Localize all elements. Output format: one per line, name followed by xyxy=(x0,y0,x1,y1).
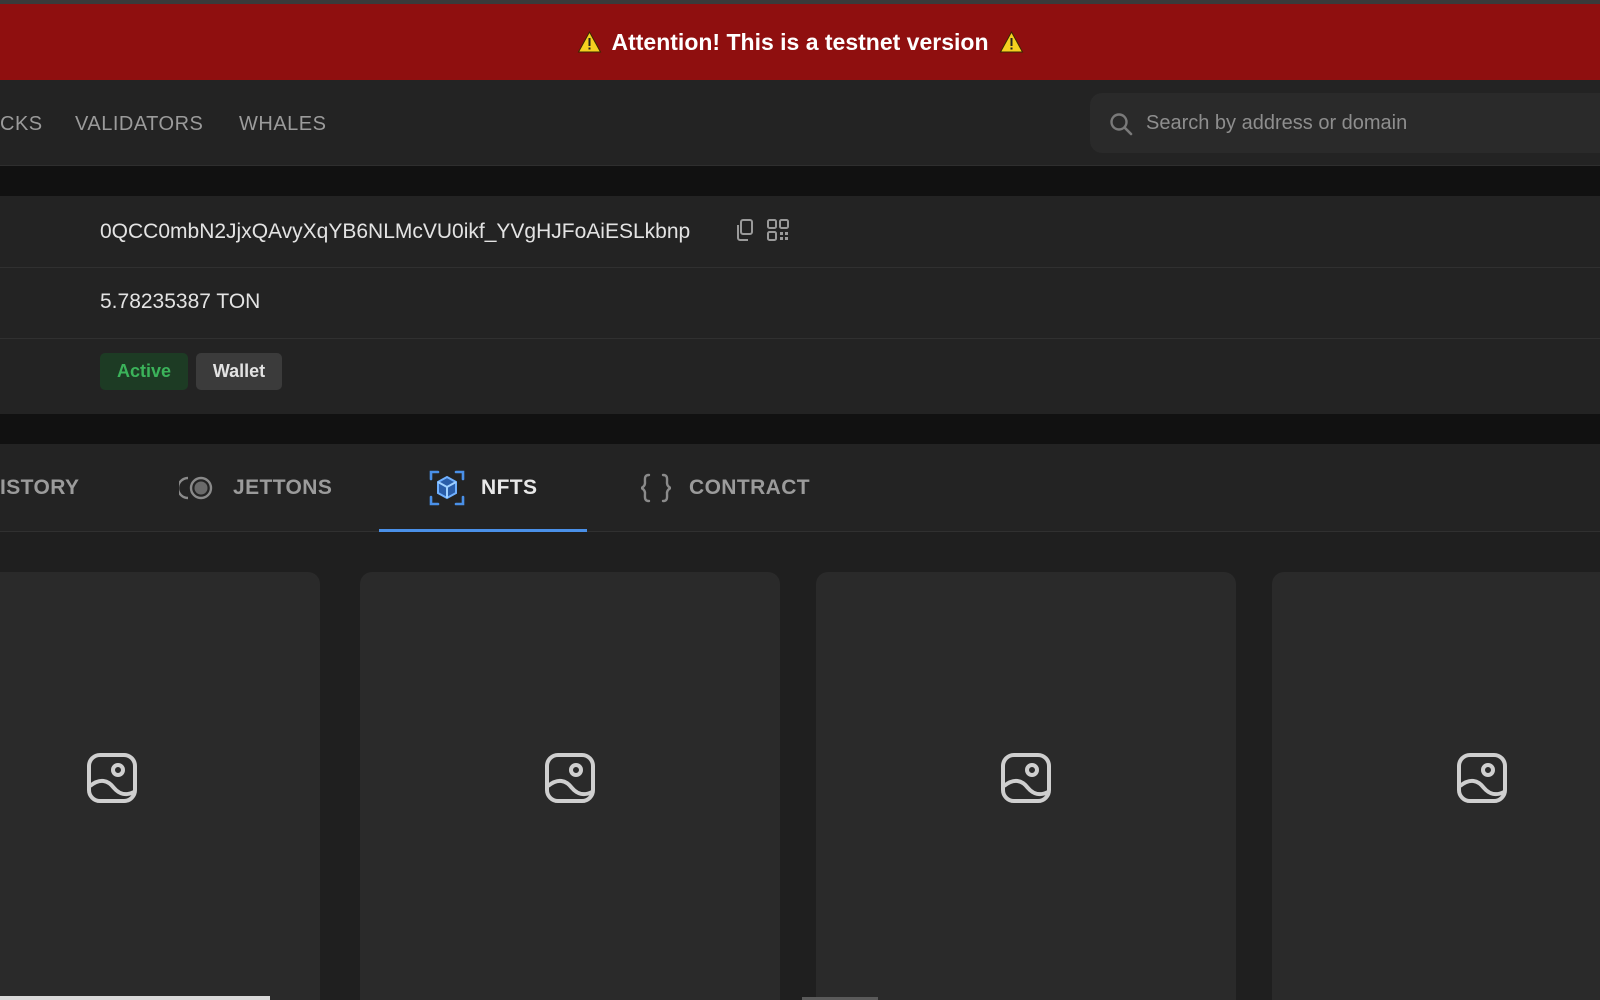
warning-icon xyxy=(999,31,1024,53)
top-navigation: CKS VALIDATORS WHALES xyxy=(0,80,1600,166)
tab-nfts[interactable]: NFTS xyxy=(429,444,537,532)
nft-card[interactable] xyxy=(360,572,780,1000)
copy-icon[interactable] xyxy=(734,218,756,242)
status-row: Active Wallet xyxy=(0,339,1600,414)
tab-label: NFTS xyxy=(481,476,538,499)
tab-label: CONTRACT xyxy=(689,476,811,499)
tab-contract[interactable]: CONTRACT xyxy=(639,444,810,532)
banner-message: Attention! This is a testnet version xyxy=(611,28,989,55)
nft-card[interactable] xyxy=(0,572,320,1000)
jettons-icon xyxy=(179,476,213,500)
image-placeholder-icon xyxy=(87,753,137,803)
nft-grid xyxy=(0,532,1600,1000)
tab-label: JETTONS xyxy=(233,476,333,499)
warning-icon xyxy=(577,31,602,53)
account-type-badge: Wallet xyxy=(196,353,282,390)
braces-icon xyxy=(640,473,672,503)
tab-label: ISTORY xyxy=(0,476,80,499)
address-row: 0QCC0mbN2JjxQAvyXqYB6NLMcVU0ikf_YVgHJFoA… xyxy=(0,196,1600,268)
tab-jettons[interactable]: JETTONS xyxy=(179,444,332,532)
image-placeholder-icon xyxy=(545,753,595,803)
image-placeholder-icon xyxy=(1001,753,1051,803)
qr-code-icon[interactable] xyxy=(766,218,790,242)
account-balance: 5.78235387 TON xyxy=(100,290,261,313)
section-divider xyxy=(0,166,1600,196)
account-info-panel: 0QCC0mbN2JjxQAvyXqYB6NLMcVU0ikf_YVgHJFoA… xyxy=(0,196,1600,414)
section-divider xyxy=(0,414,1600,444)
nav-link-whales[interactable]: WHALES xyxy=(239,113,326,136)
nav-link-blocks[interactable]: CKS xyxy=(0,113,43,136)
status-badge: Active xyxy=(100,353,188,390)
horizontal-scrollbar-thumb[interactable] xyxy=(0,996,270,1000)
account-tabs: ISTORY JETTONS NFTS CONTRACT xyxy=(0,444,1600,532)
testnet-banner: Attention! This is a testnet version xyxy=(0,4,1600,80)
nft-card[interactable] xyxy=(1272,572,1600,1000)
search-icon xyxy=(1110,113,1133,136)
balance-row: 5.78235387 TON xyxy=(0,268,1600,339)
nft-card[interactable] xyxy=(816,572,1236,1000)
nft-cube-icon xyxy=(429,470,465,506)
search-input[interactable] xyxy=(1146,103,1586,143)
image-placeholder-icon xyxy=(1457,753,1507,803)
nav-link-validators[interactable]: VALIDATORS xyxy=(75,113,203,136)
search-box xyxy=(1090,93,1600,153)
account-address: 0QCC0mbN2JjxQAvyXqYB6NLMcVU0ikf_YVgHJFoA… xyxy=(100,220,691,243)
tab-history[interactable]: ISTORY xyxy=(0,444,79,532)
